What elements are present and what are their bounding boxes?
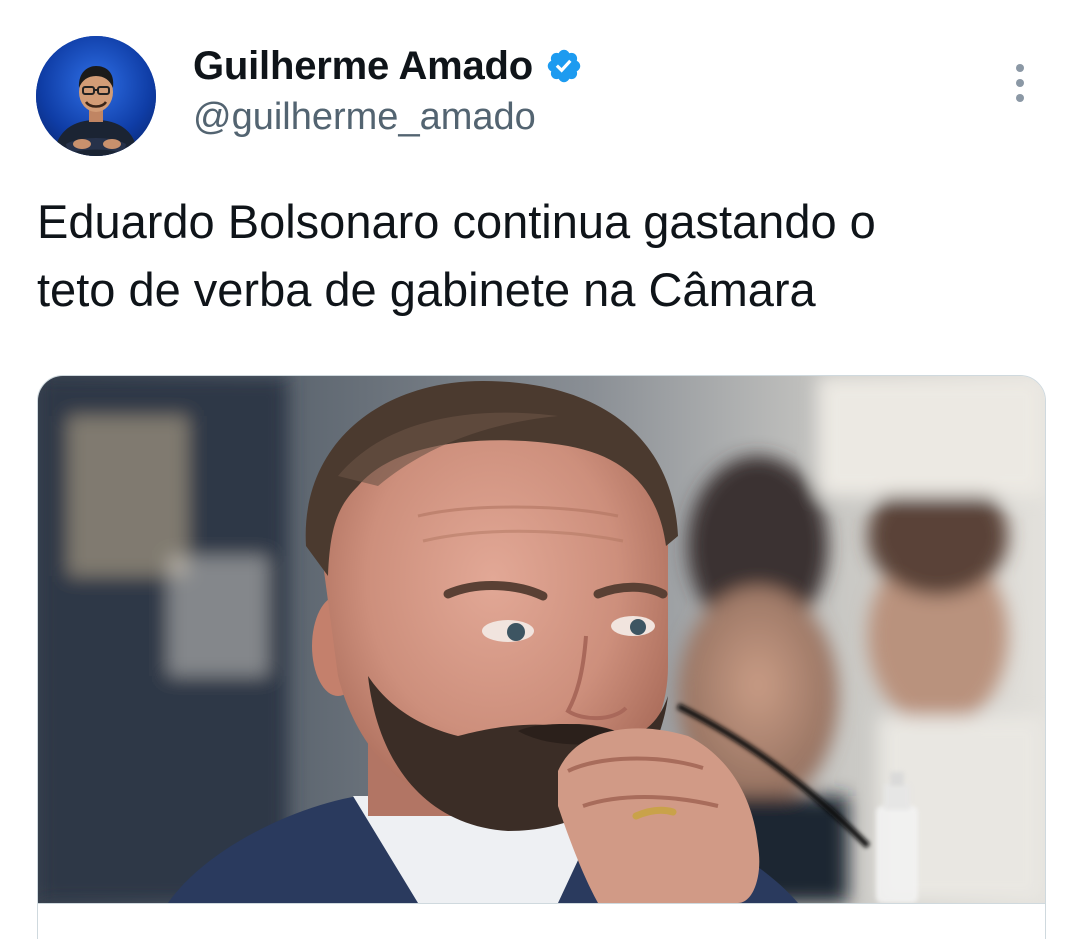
news-photo (38, 376, 1045, 903)
card-divider (38, 903, 1045, 904)
link-card[interactable] (37, 375, 1046, 939)
author-name-row[interactable]: Guilherme Amado (193, 40, 583, 92)
more-options-button[interactable] (1000, 58, 1040, 108)
author-avatar[interactable] (36, 36, 156, 156)
more-options-icon (1016, 64, 1024, 72)
tweet: Guilherme Amado @guilherme_amado Eduardo… (0, 0, 1079, 939)
card-image[interactable] (38, 376, 1045, 903)
more-options-icon-dot (1016, 94, 1024, 102)
author-display-name[interactable]: Guilherme Amado (193, 44, 533, 89)
more-options-icon-dot (1016, 79, 1024, 87)
tweet-text: Eduardo Bolsonaro continua gastando o te… (37, 195, 876, 316)
verified-badge-icon (547, 49, 581, 83)
avatar-portrait-icon (36, 36, 156, 156)
author-handle[interactable]: @guilherme_amado (193, 96, 536, 139)
